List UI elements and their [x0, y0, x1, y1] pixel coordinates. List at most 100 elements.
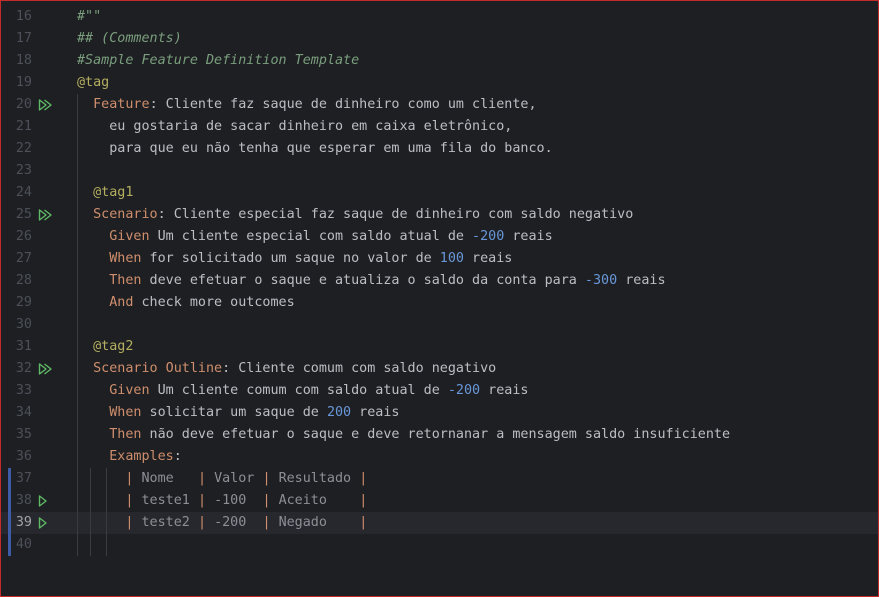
- line-number: 27: [15, 251, 32, 266]
- indent-guide: [106, 534, 107, 556]
- run-all-icon[interactable]: [38, 99, 52, 111]
- code-token: Scenario: [77, 207, 158, 222]
- line-number: 25: [15, 207, 32, 222]
- code-token: |: [262, 493, 279, 508]
- code-line[interactable]: 27 When for solicitado um saque no valor…: [1, 248, 878, 270]
- code-text[interactable]: eu gostaria de sacar dinheiro em caixa e…: [77, 116, 512, 138]
- code-token: para que eu não tenha que esperar em uma…: [77, 141, 553, 156]
- code-text[interactable]: para que eu não tenha que esperar em uma…: [77, 138, 553, 160]
- code-token: And: [77, 295, 134, 310]
- code-line[interactable]: 21 eu gostaria de sacar dinheiro em caix…: [1, 116, 878, 138]
- code-text[interactable]: Given Um cliente especial com saldo atua…: [77, 226, 553, 248]
- code-token: eu gostaria de sacar dinheiro em caixa e…: [77, 119, 513, 134]
- code-token: Then: [77, 273, 142, 288]
- code-line[interactable]: 25 Scenario: Cliente especial faz saque …: [1, 204, 878, 226]
- code-line[interactable]: 26 Given Um cliente especial com saldo a…: [1, 226, 878, 248]
- indent-guide: [77, 534, 78, 556]
- code-line[interactable]: 40: [1, 534, 878, 556]
- code-text[interactable]: Then deve efetuar o saque e atualiza o s…: [77, 270, 665, 292]
- code-token: reais: [504, 229, 553, 244]
- code-text[interactable]: Feature: Cliente faz saque de dinheiro c…: [77, 94, 537, 116]
- code-token: for solicitado um saque no valor de: [141, 251, 440, 266]
- code-text[interactable]: Scenario Outline: Cliente comum com sald…: [77, 358, 496, 380]
- code-line[interactable]: 19 @tag: [1, 72, 878, 94]
- code-text[interactable]: | teste2 | -200 | Negado |: [77, 512, 367, 534]
- code-token: Resultado: [278, 471, 360, 486]
- code-text[interactable]: Then não deve efetuar o saque e deve ret…: [77, 424, 730, 446]
- code-line[interactable]: 39 | teste2 | -200 | Negado |: [1, 512, 878, 534]
- code-token: Um cliente comum com saldo atual de: [149, 383, 448, 398]
- code-token: Given: [77, 229, 150, 244]
- line-number: 31: [15, 339, 32, 354]
- line-number: 22: [15, 141, 32, 156]
- code-token: When: [77, 251, 142, 266]
- code-line[interactable]: 29 And check more outcomes: [1, 292, 878, 314]
- code-token: : Cliente comum com saldo negativo: [222, 361, 497, 376]
- code-line[interactable]: 22 para que eu não tenha que esperar em …: [1, 138, 878, 160]
- code-text[interactable]: When for solicitado um saque no valor de…: [77, 248, 512, 270]
- code-text[interactable]: @tag: [77, 72, 109, 94]
- run-icon[interactable]: [38, 495, 52, 507]
- code-token: |: [262, 515, 279, 530]
- code-text[interactable]: When solicitar um saque de 200 reais: [77, 402, 400, 424]
- code-line[interactable]: 37 | Nome | Valor | Resultado |: [1, 468, 878, 490]
- code-line[interactable]: 31 @tag2: [1, 336, 878, 358]
- code-token: Then: [77, 427, 142, 442]
- code-line[interactable]: 24 @tag1: [1, 182, 878, 204]
- code-text[interactable]: | teste1 | -100 | Aceito |: [77, 490, 367, 512]
- code-token: Aceito: [278, 493, 360, 508]
- code-line[interactable]: 34 When solicitar um saque de 200 reais: [1, 402, 878, 424]
- code-token: 100: [439, 251, 464, 266]
- code-text[interactable]: #"": [77, 6, 101, 28]
- code-line[interactable]: 32 Scenario Outline: Cliente comum com s…: [1, 358, 878, 380]
- code-token: |: [77, 471, 142, 486]
- line-number: 20: [15, 97, 32, 112]
- code-line[interactable]: 20 Feature: Cliente faz saque de dinheir…: [1, 94, 878, 116]
- code-token: |: [197, 471, 215, 486]
- run-all-icon[interactable]: [38, 209, 52, 221]
- code-token: |: [359, 471, 368, 486]
- code-token: |: [262, 471, 279, 486]
- code-token: teste2: [141, 515, 198, 530]
- code-token: |: [359, 493, 368, 508]
- code-text[interactable]: And check more outcomes: [77, 292, 295, 314]
- line-number: 21: [15, 119, 32, 134]
- line-number: 38: [15, 493, 32, 508]
- code-token: reais: [351, 405, 400, 420]
- code-text[interactable]: @tag1: [77, 182, 133, 204]
- code-token: reais: [480, 383, 529, 398]
- code-token: solicitar um saque de: [141, 405, 327, 420]
- code-line[interactable]: 28 Then deve efetuar o saque e atualiza …: [1, 270, 878, 292]
- code-text[interactable]: | Nome | Valor | Resultado |: [77, 468, 367, 490]
- code-token: ## (Comments): [77, 31, 182, 46]
- code-text[interactable]: @tag2: [77, 336, 133, 358]
- line-number: 16: [15, 9, 32, 24]
- line-number: 36: [15, 449, 32, 464]
- code-line[interactable]: 35 Then não deve efetuar o saque e deve …: [1, 424, 878, 446]
- code-text[interactable]: Scenario: Cliente especial faz saque de …: [77, 204, 633, 226]
- code-line[interactable]: 23: [1, 160, 878, 182]
- code-line[interactable]: 16 #"": [1, 6, 878, 28]
- code-line[interactable]: 36 Examples:: [1, 446, 878, 468]
- code-token: -100: [214, 493, 263, 508]
- code-line[interactable]: 30: [1, 314, 878, 336]
- code-token: @tag2: [77, 339, 134, 354]
- code-line[interactable]: 38 | teste1 | -100 | Aceito |: [1, 490, 878, 512]
- code-text[interactable]: Given Um cliente comum com saldo atual d…: [77, 380, 528, 402]
- code-text[interactable]: Examples:: [77, 446, 182, 468]
- line-number: 18: [15, 53, 32, 68]
- code-line[interactable]: 33 Given Um cliente comum com saldo atua…: [1, 380, 878, 402]
- code-text[interactable]: #Sample Feature Definition Template: [77, 50, 359, 72]
- line-number: 32: [15, 361, 32, 376]
- code-line[interactable]: 17 ## (Comments): [1, 28, 878, 50]
- run-all-icon[interactable]: [38, 363, 52, 375]
- run-icon[interactable]: [38, 517, 52, 529]
- code-token: When: [77, 405, 142, 420]
- code-text[interactable]: ## (Comments): [77, 28, 182, 50]
- code-token: : Cliente faz saque de dinheiro como um …: [149, 97, 537, 112]
- code-token: |: [197, 515, 215, 530]
- code-editor[interactable]: 15#<> (placeholder)16#""17## (Comments)1…: [0, 0, 879, 597]
- code-token: Nome: [141, 471, 198, 486]
- code-line[interactable]: 18 #Sample Feature Definition Template: [1, 50, 878, 72]
- code-token: check more outcomes: [133, 295, 295, 310]
